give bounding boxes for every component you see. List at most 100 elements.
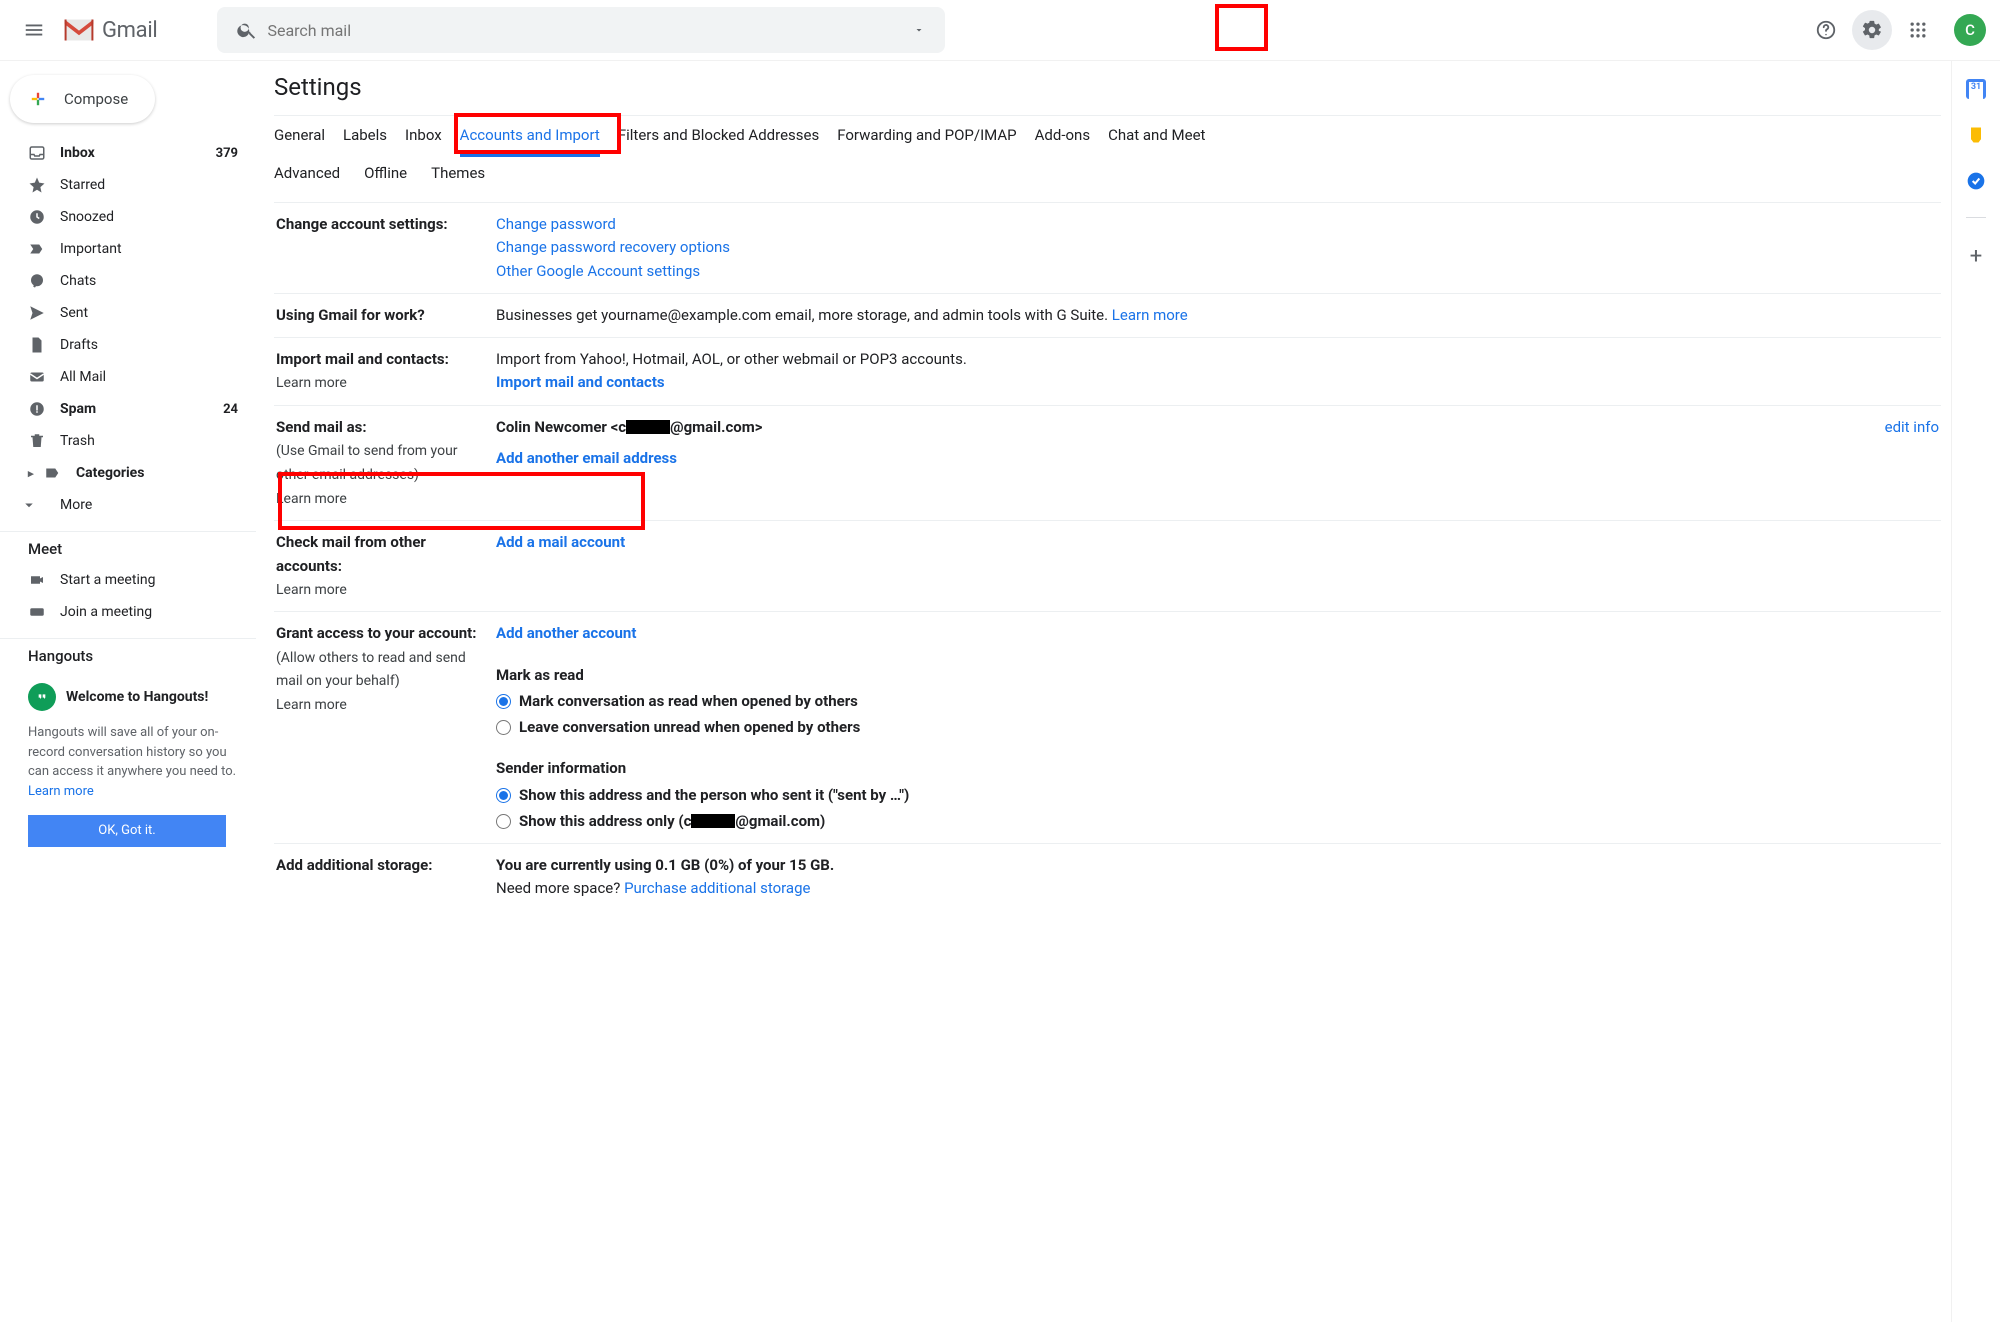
- hangouts-ok-button[interactable]: OK, Got it.: [28, 815, 226, 847]
- text: Businesses get yourname@example.com emai…: [496, 306, 1112, 324]
- apps-button[interactable]: [1898, 10, 1938, 50]
- sidebar-item-drafts[interactable]: Drafts: [0, 329, 256, 361]
- show-address-only-radio[interactable]: [496, 814, 511, 829]
- tab-inbox[interactable]: Inbox: [405, 126, 442, 156]
- sidebar-item-allmail[interactable]: All Mail: [0, 361, 256, 393]
- radio-label: Leave conversation unread when opened by…: [519, 716, 860, 739]
- purchase-storage-link[interactable]: Purchase additional storage: [624, 879, 810, 897]
- row-send-as: Send mail as:(Use Gmail to send from you…: [274, 405, 1941, 520]
- sidebar-item-inbox[interactable]: Inbox 379: [0, 137, 256, 169]
- sidebar-item-chats[interactable]: Chats: [0, 265, 256, 297]
- leave-unread-radio[interactable]: [496, 720, 511, 735]
- spam-icon: [28, 400, 60, 418]
- add-another-account-link[interactable]: Add another account: [496, 622, 1939, 645]
- sidebar-item-label: Chats: [60, 273, 96, 289]
- categories-icon: [44, 464, 76, 482]
- row-sub: (Allow others to read and send mail on y…: [276, 650, 466, 690]
- tab-advanced[interactable]: Advanced: [274, 164, 340, 192]
- import-learn-more[interactable]: Learn more: [276, 375, 347, 391]
- sent-icon: [28, 304, 60, 322]
- search-input[interactable]: [267, 21, 903, 40]
- hamburger-icon: [23, 19, 45, 41]
- edit-info-link[interactable]: edit info: [1885, 416, 1939, 439]
- sender-info-heading: Sender information: [496, 759, 626, 777]
- sidebar-item-label: All Mail: [60, 369, 106, 385]
- row-label: Check mail from other accounts:: [276, 533, 426, 574]
- tab-accounts-import[interactable]: Accounts and Import: [460, 126, 600, 157]
- sidebar-item-categories[interactable]: ▸Categories: [0, 457, 256, 489]
- sidebar-item-trash[interactable]: Trash: [0, 425, 256, 457]
- mark-read-radio[interactable]: [496, 694, 511, 709]
- calendar-icon[interactable]: 31: [1966, 79, 1986, 99]
- tab-addons[interactable]: Add-ons: [1035, 126, 1090, 156]
- header: Gmail C: [0, 0, 2000, 61]
- clock-icon: [28, 208, 60, 226]
- add-email-address-link[interactable]: Add another email address: [496, 447, 1939, 470]
- sendas-learn-more[interactable]: Learn more: [276, 491, 347, 507]
- add-mail-account-link[interactable]: Add a mail account: [496, 533, 625, 551]
- sidebar-item-sent[interactable]: Sent: [0, 297, 256, 329]
- search-bar[interactable]: [217, 7, 945, 53]
- check-learn-more[interactable]: Learn more: [276, 582, 347, 598]
- trash-icon: [28, 432, 60, 450]
- sidebar-item-important[interactable]: Important: [0, 233, 256, 265]
- sidebar-item-snoozed[interactable]: Snoozed: [0, 201, 256, 233]
- row-sub: (Use Gmail to send from your other email…: [276, 443, 458, 483]
- row-gmail-work: Using Gmail for work? Businesses get you…: [274, 293, 1941, 337]
- tasks-icon[interactable]: [1966, 171, 1986, 191]
- sidebar-item-label: Sent: [60, 305, 88, 321]
- menu-button[interactable]: [10, 6, 58, 54]
- gmail-logo[interactable]: Gmail: [62, 10, 157, 50]
- gmail-icon: [62, 10, 96, 50]
- chevron-down-icon: [20, 496, 60, 514]
- sidebar-item-more[interactable]: More: [0, 489, 256, 521]
- tab-labels[interactable]: Labels: [343, 126, 387, 156]
- hangouts-text: Hangouts will save all of your on-record…: [28, 723, 248, 801]
- import-mail-contacts-link[interactable]: Import mail and contacts: [496, 373, 665, 391]
- tab-chat-meet[interactable]: Chat and Meet: [1108, 126, 1205, 156]
- tab-filters[interactable]: Filters and Blocked Addresses: [618, 126, 819, 156]
- sidebar-item-label: Inbox: [60, 145, 95, 161]
- search-options-dropdown[interactable]: [903, 24, 935, 36]
- redacted: [626, 420, 670, 434]
- tab-offline[interactable]: Offline: [364, 164, 407, 192]
- inbox-count: 379: [216, 146, 238, 161]
- drafts-icon: [28, 336, 60, 354]
- search-icon[interactable]: [227, 19, 267, 41]
- support-button[interactable]: [1806, 10, 1846, 50]
- google-account-link[interactable]: Other Google Account settings: [496, 260, 1939, 283]
- caret-right-icon: ▸: [28, 467, 44, 480]
- compose-button[interactable]: Compose: [10, 75, 155, 123]
- keep-icon[interactable]: [1966, 125, 1986, 145]
- inbox-icon: [28, 144, 60, 162]
- get-addons-button[interactable]: +: [1970, 244, 1982, 269]
- recovery-options-link[interactable]: Change password recovery options: [496, 236, 1939, 259]
- hangouts-learn-more[interactable]: Learn more: [28, 784, 94, 799]
- sidebar-item-label: Snoozed: [60, 209, 114, 225]
- header-right: C: [1806, 10, 1986, 50]
- hangouts-icon: [28, 683, 56, 711]
- row-change-settings: Change account settings: Change password…: [274, 203, 1941, 293]
- tab-themes[interactable]: Themes: [431, 164, 485, 192]
- hangouts-card: Welcome to Hangouts! Hangouts will save …: [28, 683, 248, 847]
- grant-learn-more[interactable]: Learn more: [276, 697, 347, 713]
- sidebar-item-label: Join a meeting: [60, 604, 152, 620]
- tab-forwarding[interactable]: Forwarding and POP/IMAP: [837, 126, 1016, 156]
- sidebar: Compose Inbox 379 Starred Snoozed Importa…: [0, 61, 256, 1322]
- main-content: Settings General Labels Inbox Accounts a…: [256, 61, 1952, 1322]
- hangouts-card-title: Welcome to Hangouts!: [66, 687, 208, 708]
- settings-button[interactable]: [1852, 10, 1892, 50]
- show-sent-by-radio[interactable]: [496, 788, 511, 803]
- change-password-link[interactable]: Change password: [496, 213, 1939, 236]
- keyboard-icon: [28, 603, 60, 621]
- row-label: Change account settings:: [274, 203, 494, 293]
- sidebar-item-starred[interactable]: Starred: [0, 169, 256, 201]
- gsuite-learn-more[interactable]: Learn more: [1112, 306, 1188, 324]
- meet-start[interactable]: Start a meeting: [0, 564, 256, 596]
- sidebar-item-spam[interactable]: Spam24: [0, 393, 256, 425]
- meet-join[interactable]: Join a meeting: [0, 596, 256, 628]
- help-icon: [1815, 19, 1837, 41]
- account-avatar[interactable]: C: [1954, 14, 1986, 46]
- row-label: Using Gmail for work?: [274, 293, 494, 337]
- tab-general[interactable]: General: [274, 126, 325, 156]
